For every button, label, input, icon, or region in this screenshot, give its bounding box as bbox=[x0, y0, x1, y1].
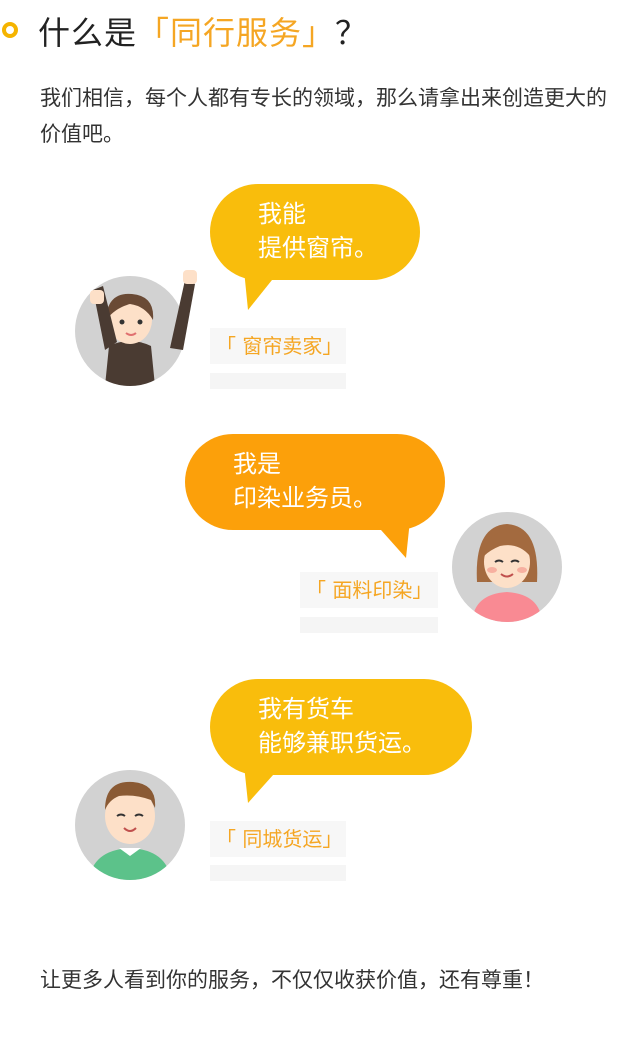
tag-placeholder-bar bbox=[300, 617, 438, 633]
page-title: 什么是「同行服务」？ bbox=[38, 8, 368, 54]
card-dyeing-salesperson: 我是 印染业务员。 「 面料印染」 bbox=[0, 420, 627, 650]
woman-smiling-icon bbox=[472, 524, 542, 622]
avatar-dyeing-salesperson bbox=[452, 512, 562, 622]
card-curtain-seller: 我能 提供窗帘。 「 窗帘卖家」 bbox=[0, 170, 627, 400]
title-bullet-icon bbox=[2, 22, 18, 38]
title-suffix: ？ bbox=[335, 14, 369, 52]
title-highlight: 「同行服务」 bbox=[137, 14, 336, 52]
tag-placeholder-bar bbox=[210, 373, 346, 389]
tag-local-freight: 「 同城货运」 bbox=[210, 821, 346, 857]
avatar-freight bbox=[75, 770, 185, 880]
tag-placeholder-bar bbox=[210, 865, 346, 881]
man-smiling-icon bbox=[89, 781, 171, 880]
bubble-2-line2: 印染业务员。 bbox=[233, 484, 377, 512]
tag-curtain-seller: 「 窗帘卖家」 bbox=[210, 328, 346, 364]
bubble-3-line1: 我有货车 bbox=[258, 695, 354, 723]
raised-arms-icon bbox=[90, 270, 197, 350]
intro-paragraph: 我们相信，每个人都有专长的领域，那么请拿出来创造更大的价值吧。 bbox=[40, 86, 607, 146]
bubble-3-line2: 能够兼职货运。 bbox=[258, 729, 426, 757]
bubble-1-line2: 提供窗帘。 bbox=[258, 234, 378, 262]
card-freight: 我有货车 能够兼职货运。 「 同城货运」 bbox=[0, 665, 627, 895]
title-prefix: 什么是 bbox=[38, 14, 138, 52]
bubble-1-line1: 我能 bbox=[258, 200, 306, 228]
tag-fabric-dyeing: 「 面料印染」 bbox=[300, 572, 438, 608]
closing-paragraph: 让更多人看到你的服务，不仅仅收获价值，还有尊重！ bbox=[40, 968, 544, 992]
bubble-2-line1: 我是 bbox=[233, 450, 281, 478]
